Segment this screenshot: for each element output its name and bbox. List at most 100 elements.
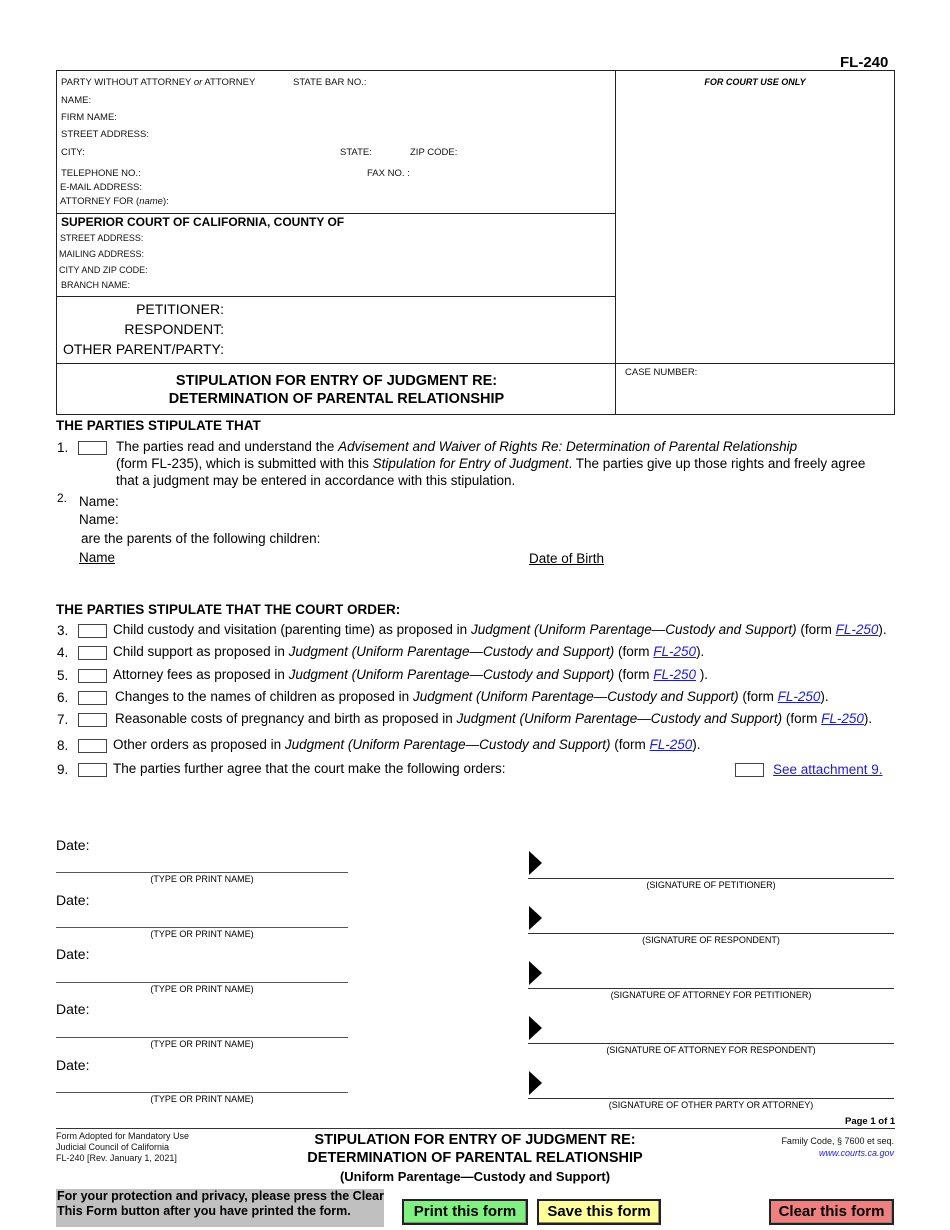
item-text-main: Attorney fees as proposed in bbox=[113, 667, 289, 682]
item-text-main: Reasonable costs of pregnancy and birth … bbox=[115, 711, 457, 726]
party-attorney-label: PARTY WITHOUT ATTORNEY or ATTORNEY bbox=[61, 77, 256, 88]
footer-subtitle: (Uniform Parentage—Custody and Support) bbox=[339, 1169, 611, 1184]
item-checkbox[interactable] bbox=[78, 739, 107, 753]
name-line[interactable] bbox=[56, 982, 348, 983]
parties-section[interactable]: PETITIONER: RESPONDENT: OTHER PARENT/PAR… bbox=[57, 297, 616, 364]
name-line[interactable] bbox=[56, 1092, 348, 1093]
date-label[interactable]: Date: bbox=[56, 946, 89, 962]
adopted-line3: FL-240 [Rev. January 1, 2021] bbox=[56, 1153, 177, 1163]
petitioner-label: PETITIONER: bbox=[136, 301, 224, 317]
attorney-for-label: ATTORNEY FOR (name): bbox=[60, 196, 169, 207]
court-title: SUPERIOR COURT OF CALIFORNIA, COUNTY OF bbox=[61, 215, 345, 229]
case-number-box[interactable]: CASE NUMBER: bbox=[616, 364, 894, 414]
form-title-section: STIPULATION FOR ENTRY OF JUDGMENT RE: DE… bbox=[57, 364, 616, 414]
case-number-label: CASE NUMBER: bbox=[625, 367, 698, 378]
name-line[interactable] bbox=[56, 1037, 348, 1038]
street-address-label: STREET ADDRESS: bbox=[61, 129, 149, 140]
item-text: Other orders as proposed in Judgment (Un… bbox=[113, 737, 701, 752]
fl-250-link[interactable]: FL-250 bbox=[653, 644, 696, 659]
signature-line[interactable] bbox=[528, 878, 894, 879]
footer-title-line2: DETERMINATION OF PARENTAL RELATIONSHIP bbox=[307, 1150, 643, 1166]
item-text-main: Child support as proposed in bbox=[113, 644, 289, 659]
form-ref-prefix: (form bbox=[738, 689, 778, 704]
item1-checkbox[interactable] bbox=[78, 441, 107, 455]
form-ref-suffix: ). bbox=[863, 711, 873, 726]
form-ref-prefix: (form bbox=[614, 644, 654, 659]
fl-250-link[interactable]: FL-250 bbox=[836, 622, 879, 637]
adopted-line1: Form Adopted for Mandatory Use bbox=[56, 1131, 190, 1141]
judgment-title: Judgment (Uniform Parentage—Custody and … bbox=[412, 689, 739, 704]
form-ref-suffix: ). bbox=[696, 644, 705, 659]
fl-250-link[interactable]: FL-250 bbox=[650, 737, 693, 752]
item-checkbox[interactable] bbox=[78, 713, 107, 727]
court-section[interactable]: SUPERIOR COURT OF CALIFORNIA, COUNTY OF … bbox=[57, 214, 616, 297]
item2-name1-label[interactable]: Name: bbox=[79, 494, 119, 509]
name-caption: (TYPE OR PRINT NAME) bbox=[150, 874, 254, 884]
form-ref-prefix: (form bbox=[610, 737, 650, 752]
judgment-title: Judgment (Uniform Parentage—Custody and … bbox=[288, 644, 615, 659]
attorney-section[interactable]: PARTY WITHOUT ATTORNEY or ATTORNEY STATE… bbox=[57, 71, 616, 214]
item-text-main: Child custody and visitation (parenting … bbox=[113, 622, 471, 637]
court-use-only-box: FOR COURT USE ONLY bbox=[616, 71, 894, 364]
attachment9-checkbox[interactable] bbox=[735, 763, 764, 777]
form-ref-suffix: ). bbox=[696, 667, 709, 682]
court-branch-label: BRANCH NAME: bbox=[61, 280, 131, 290]
name-line[interactable] bbox=[56, 872, 348, 873]
item1-number: 1. bbox=[57, 440, 69, 455]
item-text-main: Changes to the names of children as prop… bbox=[115, 689, 413, 704]
item1-text-line3: that a judgment may be entered in accord… bbox=[116, 473, 516, 488]
item1-text-line1: The parties read and understand the Advi… bbox=[116, 439, 798, 454]
name-line[interactable] bbox=[56, 927, 348, 928]
item9-checkbox[interactable] bbox=[78, 763, 107, 777]
date-label[interactable]: Date: bbox=[56, 1001, 89, 1017]
fl-250-link[interactable]: FL-250 bbox=[821, 711, 864, 726]
item-checkbox[interactable] bbox=[78, 646, 107, 660]
form-ref-suffix: ). bbox=[820, 689, 829, 704]
item9-text: The parties further agree that the court… bbox=[113, 761, 506, 776]
signature-line[interactable] bbox=[528, 1043, 894, 1044]
name-caption: (TYPE OR PRINT NAME) bbox=[150, 1094, 254, 1104]
name-caption: (TYPE OR PRINT NAME) bbox=[150, 929, 254, 939]
save-form-button[interactable]: Save this form bbox=[537, 1199, 661, 1225]
item2-name2-label[interactable]: Name: bbox=[79, 512, 119, 527]
form-id: FL-240 bbox=[840, 54, 889, 71]
item-number: 7. bbox=[57, 712, 69, 727]
date-label[interactable]: Date: bbox=[56, 1057, 89, 1073]
courts-website[interactable]: www.courts.ca.gov bbox=[760, 1148, 894, 1159]
print-form-button[interactable]: Print this form bbox=[402, 1199, 528, 1225]
name-caption: (TYPE OR PRINT NAME) bbox=[150, 984, 254, 994]
item9-number: 9. bbox=[57, 762, 69, 777]
parents-text: are the parents of the following childre… bbox=[81, 531, 321, 546]
item-checkbox[interactable] bbox=[78, 691, 107, 705]
court-city-zip-label: CITY AND ZIP CODE: bbox=[59, 265, 148, 275]
clear-form-button[interactable]: Clear this form bbox=[769, 1199, 894, 1225]
section2-heading: THE PARTIES STIPULATE THAT THE COURT ORD… bbox=[56, 602, 401, 617]
fl-250-link[interactable]: FL-250 bbox=[778, 689, 821, 704]
item-checkbox[interactable] bbox=[78, 624, 107, 638]
form-ref-prefix: (form bbox=[796, 622, 836, 637]
signature-caption: (SIGNATURE OF OTHER PARTY OR ATTORNEY) bbox=[608, 1100, 814, 1110]
date-label[interactable]: Date: bbox=[56, 892, 89, 908]
court-mailing-label: MAILING ADDRESS: bbox=[59, 249, 145, 259]
fl-250-link[interactable]: FL-250 bbox=[653, 667, 696, 682]
date-label[interactable]: Date: bbox=[56, 837, 89, 853]
footer-rule bbox=[56, 1128, 895, 1129]
item2-number: 2. bbox=[57, 491, 68, 505]
caption-box: PARTY WITHOUT ATTORNEY or ATTORNEY STATE… bbox=[56, 70, 895, 415]
signature-line[interactable] bbox=[528, 933, 894, 934]
signature-line[interactable] bbox=[528, 988, 894, 989]
state-bar-label: STATE BAR NO.: bbox=[293, 77, 367, 88]
form-ref-prefix: (form bbox=[782, 711, 822, 726]
item-checkbox[interactable] bbox=[78, 669, 107, 683]
privacy-line1: For your protection and privacy, please … bbox=[57, 1189, 384, 1203]
footer-title-line1: STIPULATION FOR ENTRY OF JUDGMENT RE: bbox=[314, 1132, 636, 1148]
section1-heading: THE PARTIES STIPULATE THAT bbox=[56, 418, 261, 433]
child-dob-header: Date of Birth bbox=[529, 551, 605, 566]
signature-caption: (SIGNATURE OF ATTORNEY FOR RESPONDENT) bbox=[606, 1045, 816, 1055]
see-attachment9-link[interactable]: See attachment 9. bbox=[773, 762, 883, 777]
telephone-label: TELEPHONE NO.: bbox=[61, 168, 141, 179]
form-ref-suffix: ). bbox=[878, 622, 887, 637]
item-number: 3. bbox=[57, 623, 69, 638]
signature-line[interactable] bbox=[528, 1098, 894, 1099]
item-text: Attorney fees as proposed in Judgment (U… bbox=[113, 667, 708, 682]
